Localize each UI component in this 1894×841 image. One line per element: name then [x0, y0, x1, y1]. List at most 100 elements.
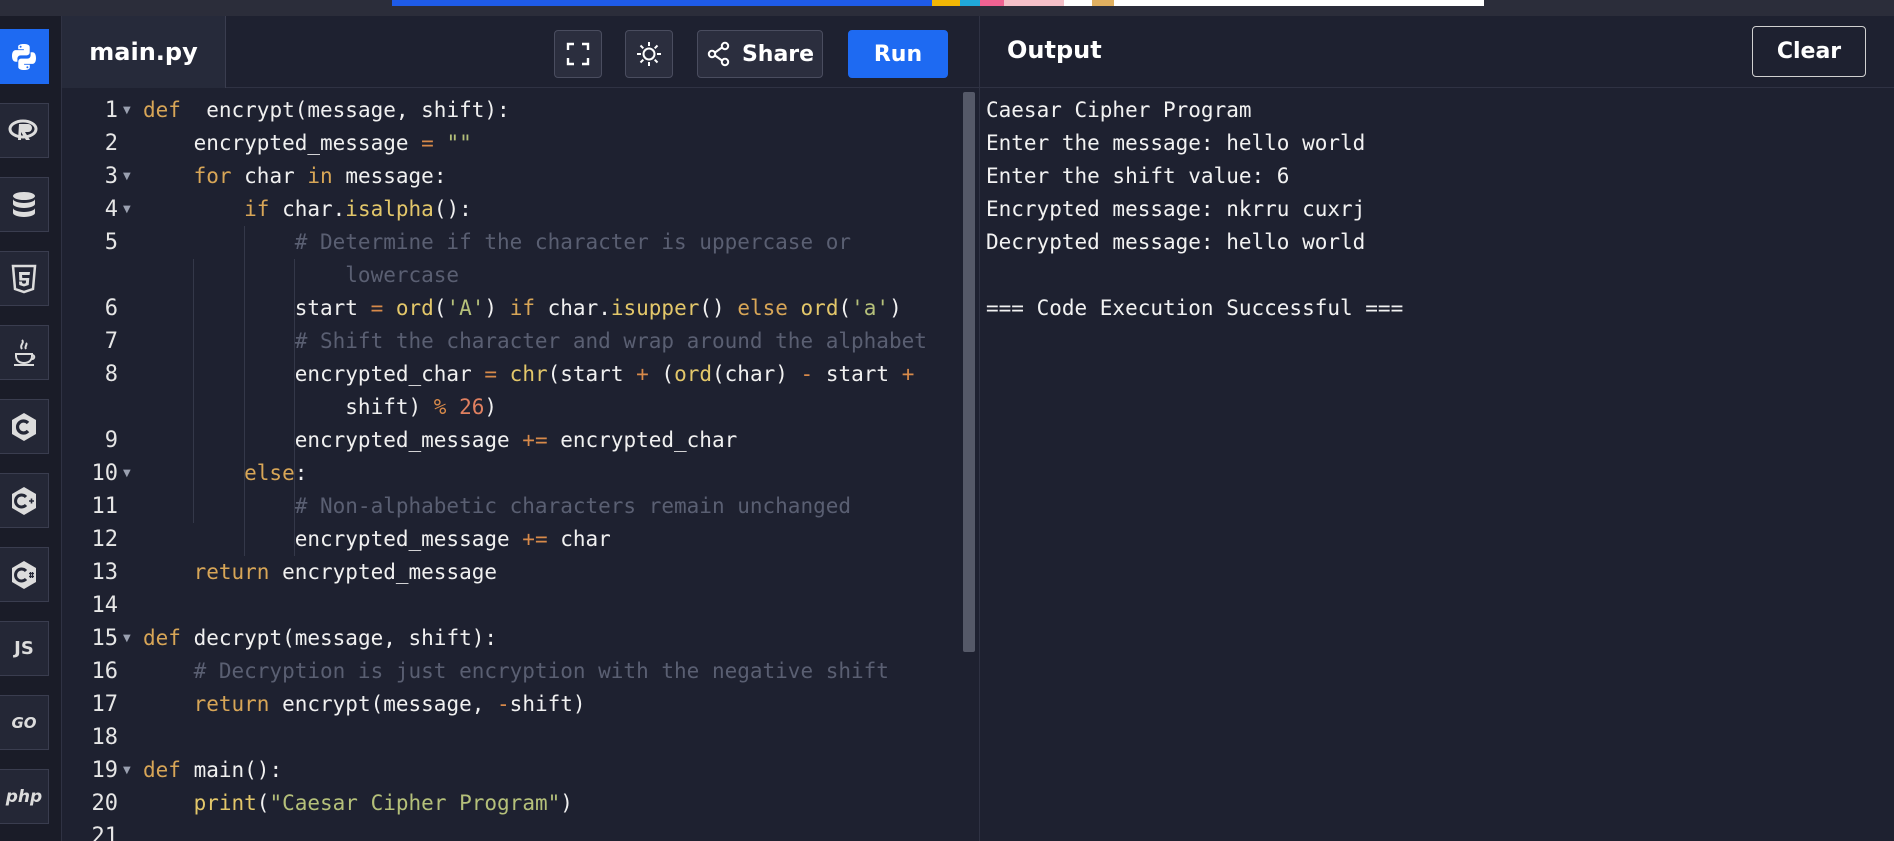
fold-arrow-icon[interactable]: ▼	[123, 193, 131, 226]
code-token: 'A'	[446, 296, 485, 320]
share-label: Share	[741, 41, 815, 67]
code-token: 'a'	[851, 296, 890, 320]
ad-banner[interactable]	[392, 0, 1484, 6]
file-tab[interactable]: main.py	[62, 16, 226, 88]
output-line: === Code Execution Successful ===	[986, 296, 1404, 320]
output-line: Enter the shift value: 6	[986, 164, 1290, 188]
code-token: char	[547, 527, 611, 551]
theme-toggle-button[interactable]	[625, 30, 673, 78]
code-token: encrypted_message	[143, 527, 523, 551]
fold-arrow-icon[interactable]: ▼	[123, 754, 131, 787]
php-icon: php	[5, 786, 43, 807]
js-icon: JS	[14, 638, 34, 659]
editor-header: main.py Share Run	[62, 16, 979, 88]
sun-icon	[637, 42, 661, 66]
sidebar-item-php[interactable]: php	[0, 769, 49, 824]
code-token: encrypt(message, shift):	[180, 98, 510, 122]
run-button[interactable]: Run	[848, 30, 948, 78]
code-line: return encrypted_message	[143, 556, 497, 589]
sidebar-item-python[interactable]	[0, 29, 49, 84]
code-token: print	[143, 791, 257, 815]
output-line: Decrypted message: hello world	[986, 230, 1366, 254]
fold-arrow-icon[interactable]: ▼	[123, 160, 131, 193]
line-number: 5	[104, 230, 118, 255]
indent-guide	[243, 226, 245, 556]
code-line: shift) % 26)	[143, 391, 497, 424]
code-token: # Non-alphabetic characters remain uncha…	[143, 494, 852, 518]
code-line: encrypted_message = ""	[143, 127, 472, 160]
code-token: =	[370, 296, 384, 320]
line-number: 15	[91, 626, 119, 651]
code-editor[interactable]: 1 ▼ 2 3 ▼ 4 ▼ 5 6 7 8 9 10 ▼ 11 12 13 14 15 ▼ 16 17 18 19 ▼ 20 21 …	[62, 88, 979, 841]
c-icon	[12, 412, 36, 441]
output-header: Output Clear	[979, 16, 1894, 88]
code-line: for char in message:	[143, 160, 447, 193]
java-icon	[14, 338, 36, 366]
code-line: if char.isalpha():	[143, 193, 472, 226]
output-line: Caesar Cipher Program	[986, 98, 1252, 122]
fold-arrow-icon[interactable]: ▼	[123, 457, 131, 490]
output-console: Caesar Cipher Program Enter the message: …	[979, 88, 1894, 841]
code-token: decrypt(message, shift):	[180, 626, 498, 650]
fold-arrow-icon[interactable]: ▼	[123, 622, 131, 655]
code-token: # Decryption is just encryption with the…	[143, 659, 889, 683]
code-token: (start	[547, 362, 637, 386]
fullscreen-button[interactable]	[554, 30, 602, 78]
sidebar-item-go[interactable]: GO	[0, 695, 49, 750]
sidebar-item-html[interactable]	[0, 251, 49, 306]
code-token: +	[636, 362, 649, 386]
code-token: start	[143, 296, 371, 320]
sidebar-item-cpp[interactable]	[0, 473, 49, 528]
code-token: main():	[180, 758, 283, 782]
code-token: if	[143, 197, 270, 221]
code-line: # Shift the character and wrap around th…	[143, 325, 927, 358]
cpp-icon	[12, 486, 36, 515]
code-token: encrypt(message,	[269, 692, 498, 716]
sidebar-item-csharp[interactable]	[0, 547, 49, 602]
top-bar	[0, 0, 1894, 16]
line-number: 6	[104, 296, 118, 321]
code-token: start	[813, 362, 902, 386]
line-number: 8	[104, 362, 118, 387]
code-token: )	[484, 395, 498, 419]
code-token: )	[484, 296, 510, 320]
sidebar-item-sql[interactable]	[0, 177, 49, 232]
share-button[interactable]: Share	[697, 30, 823, 78]
code-token: -	[800, 362, 814, 386]
output-line: Enter the message: hello world	[986, 131, 1366, 155]
code-line: encrypted_message += char	[143, 523, 611, 556]
output-title: Output	[1007, 36, 1102, 64]
clear-button[interactable]: Clear	[1752, 26, 1866, 77]
code-token: # Shift the character and wrap around th…	[143, 329, 927, 353]
code-token: )	[889, 296, 902, 320]
fold-arrow-icon[interactable]: ▼	[123, 94, 131, 127]
code-token: message:	[332, 164, 447, 188]
sidebar-item-c[interactable]	[0, 399, 49, 454]
sidebar-item-r[interactable]	[0, 103, 49, 158]
code-line: # Determine if the character is uppercas…	[143, 226, 851, 259]
code-token: lowercase	[143, 263, 460, 287]
code-token: isalpha	[345, 197, 434, 221]
code-line: start = ord('A') if char.isupper() else …	[143, 292, 902, 325]
code-token: chr	[497, 362, 548, 386]
sidebar-item-js[interactable]: JS	[0, 621, 49, 676]
code-line: encrypted_message += encrypted_char	[143, 424, 738, 457]
line-number: 17	[91, 692, 119, 717]
code-line: else:	[143, 457, 307, 490]
language-sidebar: JS GO php	[0, 16, 62, 841]
indent-guide	[294, 259, 296, 556]
code-line: return encrypt(message, -shift)	[143, 688, 586, 721]
code-token: +=	[522, 527, 548, 551]
code-line: # Non-alphabetic characters remain uncha…	[143, 490, 851, 523]
sidebar-item-java[interactable]	[0, 325, 49, 380]
line-number: 20	[91, 791, 119, 816]
code-token: )	[560, 791, 573, 815]
line-number: 13	[91, 560, 119, 585]
code-token: ()	[699, 296, 738, 320]
code-token: ord	[383, 296, 434, 320]
editor-scrollbar[interactable]	[963, 92, 975, 652]
code-line: encrypted_char = chr(start + (ord(char) …	[143, 358, 915, 391]
line-number: 7	[104, 329, 118, 354]
code-token: encrypted_message	[269, 560, 498, 584]
line-number-gutter: 1 ▼ 2 3 ▼ 4 ▼ 5 6 7 8 9 10 ▼ 11 12 13 14 15 ▼ 16 17 18 19 ▼ 20 21	[62, 88, 140, 841]
